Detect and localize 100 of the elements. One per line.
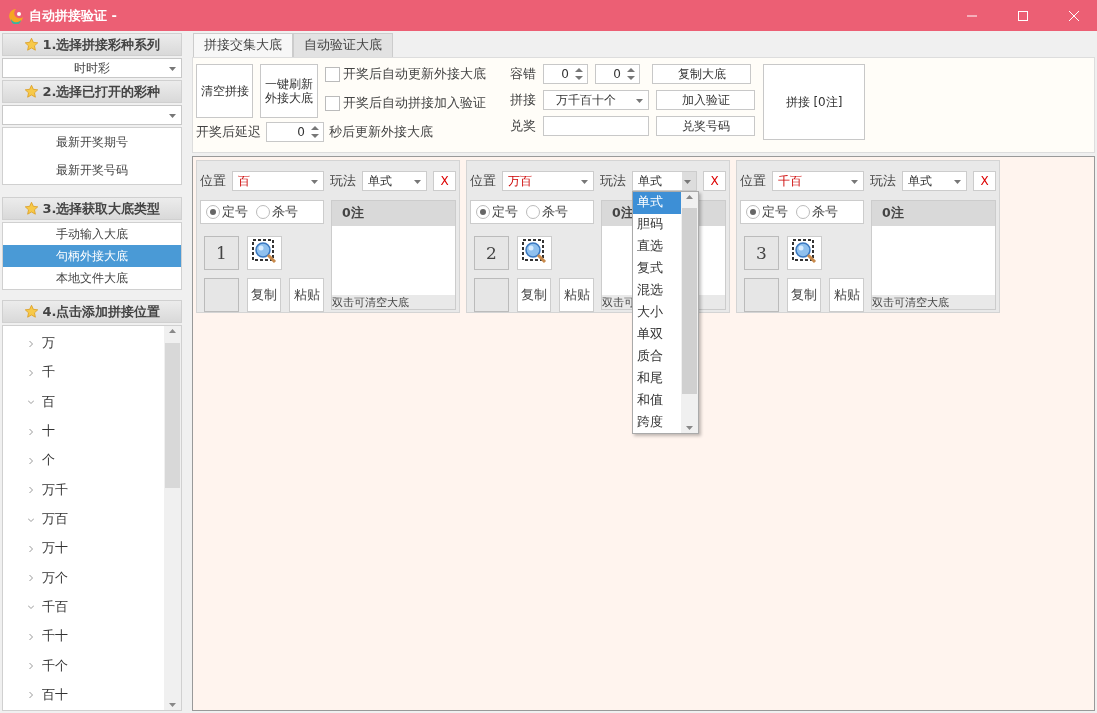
chevron-right-icon[interactable]	[28, 369, 34, 376]
refresh-button[interactable]: 一键刷新外接大底	[260, 64, 318, 118]
chevron-right-icon[interactable]	[28, 340, 34, 347]
list-item[interactable]: 手动输入大底	[3, 223, 181, 245]
dropdown-option[interactable]: 和值	[633, 389, 682, 412]
chevron-right-icon[interactable]	[28, 663, 34, 670]
prize-field[interactable]	[543, 116, 649, 136]
number-button[interactable]: 3	[744, 236, 779, 270]
chevron-right-icon[interactable]	[28, 428, 34, 435]
info-label: 最新开奖号码	[55, 161, 129, 179]
dropdown-option[interactable]: 复式	[633, 257, 682, 280]
play-dropdown[interactable]: 单式	[902, 171, 968, 191]
blank-button[interactable]	[204, 278, 239, 312]
radio-option[interactable]: 定号	[206, 203, 248, 221]
blank-button[interactable]	[474, 278, 509, 312]
tree-item[interactable]: 万千	[3, 475, 164, 505]
chevron-right-icon[interactable]	[28, 457, 34, 464]
checkbox-option[interactable]: 开奖后自动更新外接大底	[325, 66, 486, 83]
chevron-right-icon[interactable]	[28, 692, 34, 699]
tree-item[interactable]: 个	[3, 446, 164, 476]
dropdown-option[interactable]: 质合	[633, 345, 682, 368]
radio-option[interactable]: 定号	[476, 203, 518, 221]
splice-label: 拼接	[510, 91, 536, 109]
dropdown-option[interactable]: 跨度	[633, 411, 682, 433]
scroll-up-icon[interactable]	[169, 329, 176, 333]
caret-icon	[311, 180, 319, 184]
list-item[interactable]: 本地文件大底	[3, 267, 181, 289]
chevron-down-icon[interactable]	[28, 399, 34, 406]
chevron-right-icon[interactable]	[28, 545, 34, 552]
position-dropdown[interactable]: 百	[232, 171, 325, 191]
search-button[interactable]	[517, 236, 552, 270]
search-button[interactable]	[787, 236, 822, 270]
info-label: 最新开奖期号	[55, 133, 129, 151]
tree-item[interactable]: 千个	[3, 651, 164, 681]
chevron-right-icon[interactable]	[28, 575, 34, 582]
radio-option[interactable]: 定号	[746, 203, 788, 221]
tolerance-spinner[interactable]: 0	[543, 64, 588, 84]
add-verify-button[interactable]: 加入验证	[656, 90, 755, 110]
number-button[interactable]: 2	[474, 236, 509, 270]
chevron-down-icon[interactable]	[28, 516, 34, 523]
radio-option[interactable]: 杀号	[796, 203, 838, 221]
tree-item[interactable]: 万个	[3, 563, 164, 593]
checkbox[interactable]	[325, 67, 340, 82]
delay-spinner[interactable]: 0	[266, 122, 324, 142]
checkbox-option[interactable]: 开奖后自动拼接加入验证	[325, 95, 486, 112]
tree-item[interactable]: 万	[3, 329, 164, 359]
tree-item[interactable]: 百十	[3, 680, 164, 711]
search-button[interactable]	[247, 236, 282, 270]
dropdown-option[interactable]: 和尾	[633, 367, 682, 390]
chevron-right-icon[interactable]	[28, 487, 34, 494]
caret-icon	[684, 180, 692, 184]
count-label: 0注	[872, 201, 995, 226]
copy-base-button[interactable]: 复制大底	[652, 64, 751, 84]
paste-button[interactable]: 粘贴	[829, 278, 864, 312]
copy-button[interactable]: 复制	[246, 278, 282, 312]
copy-button[interactable]: 复制	[786, 278, 822, 312]
blank-button[interactable]	[744, 278, 779, 312]
spin-arrows-icon[interactable]	[575, 68, 583, 80]
series-dropdown[interactable]: 时时彩	[2, 58, 182, 78]
scrollbar[interactable]	[164, 326, 181, 710]
tree-item[interactable]: 千百	[3, 592, 164, 623]
scroll-down-icon[interactable]	[169, 703, 176, 707]
play-dropdown[interactable]: 单式	[362, 171, 428, 191]
tree-item[interactable]: 十	[3, 416, 164, 447]
chevron-right-icon[interactable]	[28, 633, 34, 640]
tolerance-spinner[interactable]: 0	[595, 64, 640, 84]
scroll-down-icon[interactable]	[686, 426, 694, 430]
chevron-down-icon[interactable]	[28, 604, 34, 611]
tree-item[interactable]: 千十	[3, 622, 164, 652]
tab[interactable]: 拼接交集大底	[193, 33, 293, 57]
remove-button[interactable]: X	[973, 171, 996, 191]
paste-button[interactable]: 粘贴	[559, 278, 594, 312]
radio-option[interactable]: 杀号	[256, 203, 298, 221]
position-label: 位置	[470, 172, 496, 190]
scrollbar[interactable]	[681, 192, 699, 433]
magnifier-icon	[251, 238, 278, 265]
caret-icon	[636, 99, 643, 103]
tree-item[interactable]: 万百	[3, 504, 164, 535]
spin-arrows-icon[interactable]	[627, 68, 635, 80]
remove-button[interactable]: X	[703, 171, 726, 191]
prize-number-button[interactable]: 兑奖号码	[656, 116, 755, 136]
radio-option[interactable]: 杀号	[526, 203, 568, 221]
position-dropdown[interactable]: 万百	[502, 171, 595, 191]
splice-button[interactable]: 拼接 [0注]	[763, 64, 865, 140]
dropdown-option[interactable]: 直选	[633, 235, 682, 258]
paste-button[interactable]: 粘贴	[289, 278, 324, 312]
dropdown-option[interactable]: 单双	[633, 323, 682, 346]
number-button[interactable]: 1	[204, 236, 239, 270]
copy-button[interactable]: 复制	[516, 278, 552, 312]
tab[interactable]: 自动验证大底	[293, 33, 393, 57]
spin-arrows-icon[interactable]	[311, 126, 319, 138]
lottery-dropdown[interactable]	[2, 105, 182, 125]
checkbox[interactable]	[325, 96, 340, 111]
splice-dropdown[interactable]: 万千百十个	[543, 90, 649, 110]
tree-item[interactable]: 百	[3, 387, 164, 417]
tree-item[interactable]: 千	[3, 358, 164, 388]
position-dropdown[interactable]: 千百	[772, 171, 865, 191]
tree-item[interactable]: 万十	[3, 534, 164, 564]
clear-button[interactable]: 清空拼接	[196, 64, 253, 118]
remove-button[interactable]: X	[433, 171, 456, 191]
